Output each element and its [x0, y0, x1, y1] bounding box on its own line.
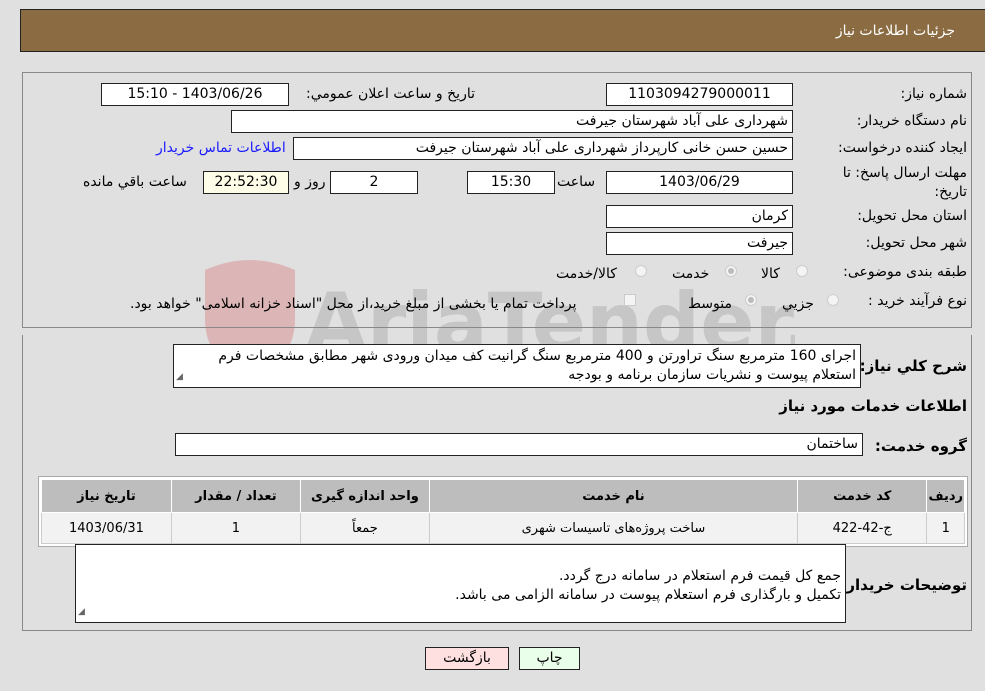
category-radio-goods[interactable] — [796, 265, 808, 277]
category-option-goods: کالا — [761, 266, 780, 282]
process-radio-minor[interactable] — [827, 294, 839, 306]
process-radio-medium[interactable] — [745, 294, 757, 306]
col-header-row: ردیف — [926, 479, 965, 513]
cell-quantity: 1 — [170, 512, 301, 544]
city-label: شهر محل تحویل: — [865, 235, 967, 251]
treasury-checkbox-label: پرداخت تمام یا بخشی از مبلغ خرید،از محل … — [130, 296, 577, 312]
remaining-time-label: ساعت باقي مانده — [83, 174, 187, 190]
col-header-name: نام خدمت — [428, 479, 798, 513]
services-section-title: اطلاعات خدمات مورد نیاز — [779, 397, 967, 415]
service-group-label: گروه خدمت: — [874, 437, 967, 455]
print-button[interactable]: چاپ — [519, 647, 580, 670]
buyer-notes-textarea[interactable]: جمع کل قیمت فرم استعلام در سامانه درج گر… — [75, 544, 846, 623]
resize-grip-icon[interactable]: ◢ — [176, 368, 183, 387]
table-header-row: ردیف کد خدمت نام خدمت واحد اندازه گیری ت… — [41, 479, 965, 513]
table-row: 1 ج-42-422 ساخت پروژه‌های تاسیسات شهری ج… — [41, 512, 965, 544]
category-radio-service[interactable] — [725, 265, 737, 277]
purchase-process-label: نوع فرآیند خرید : — [868, 293, 967, 309]
col-header-code: کد خدمت — [796, 479, 928, 513]
service-group-field: ساختمان — [175, 433, 863, 456]
province-field: کرمان — [606, 205, 793, 228]
cell-service-code: ج-42-422 — [796, 512, 928, 544]
city-field: جیرفت — [606, 232, 793, 255]
category-option-service: خدمت — [672, 266, 710, 282]
cell-unit: جمعاً — [299, 512, 430, 544]
deadline-time-field: 15:30 — [467, 171, 555, 194]
buyer-contact-link[interactable]: اطلاعات تماس خریدار — [156, 140, 286, 156]
col-header-quantity: تعداد / مقدار — [170, 479, 301, 513]
treasury-checkbox[interactable] — [624, 294, 636, 306]
services-table: ردیف کد خدمت نام خدمت واحد اندازه گیری ت… — [41, 479, 965, 544]
buyer-org-field: شهرداری علی آباد شهرستان جیرفت — [231, 110, 793, 133]
deadline-time-label: ساعت — [557, 174, 596, 190]
back-button[interactable]: بازگشت — [425, 647, 509, 670]
page-title: جزئیات اطلاعات نیاز — [835, 23, 955, 39]
process-option-medium: متوسط — [688, 296, 732, 312]
category-radio-goods-service[interactable] — [635, 265, 647, 277]
col-header-date: تاریخ نیاز — [41, 479, 172, 513]
col-header-unit: واحد اندازه گیری — [299, 479, 430, 513]
days-label: روز و — [294, 174, 326, 190]
buyer-notes-text: جمع کل قیمت فرم استعلام در سامانه درج گر… — [455, 568, 841, 603]
deadline-label: مهلت ارسال پاسخ: تا تاریخ: — [842, 165, 967, 200]
cell-row-number: 1 — [926, 512, 965, 544]
announce-datetime-field: 1403/06/26 - 15:10 — [101, 83, 289, 106]
process-option-minor: جزيي — [782, 296, 814, 312]
province-label: استان محل تحویل: — [857, 208, 967, 224]
requester-field: حسین حسن خانی کارپرداز شهرداری علی آباد … — [293, 137, 793, 160]
requester-label: ایجاد کننده درخواست: — [838, 140, 967, 156]
category-option-goods-service: کالا/خدمت — [556, 266, 617, 282]
cell-need-date: 1403/06/31 — [41, 512, 172, 544]
buyer-org-label: نام دستگاه خریدار: — [856, 113, 967, 129]
buyer-notes-label: توضیحات خریدار: — [840, 576, 967, 594]
remaining-days-field: 2 — [330, 171, 418, 194]
need-number-field: 1103094279000011 — [606, 83, 793, 106]
description-text: اجرای 160 مترمربع سنگ تراورتن و 400 مترم… — [218, 348, 856, 383]
category-label: طبقه بندی موضوعی: — [843, 264, 967, 280]
announce-datetime-label: تاریخ و ساعت اعلان عمومي: — [306, 86, 475, 102]
cell-service-name: ساخت پروژه‌های تاسیسات شهری — [428, 512, 798, 544]
resize-grip-icon[interactable]: ◢ — [78, 603, 85, 622]
description-label: شرح کلي نیاز: — [859, 357, 967, 375]
deadline-date-field: 1403/06/29 — [606, 171, 793, 194]
remaining-time-field: 22:52:30 — [203, 171, 289, 194]
page-header: جزئیات اطلاعات نیاز — [20, 9, 985, 52]
services-table-wrapper: ردیف کد خدمت نام خدمت واحد اندازه گیری ت… — [38, 476, 968, 547]
need-number-label: شماره نیاز: — [900, 86, 968, 102]
description-textarea[interactable]: اجرای 160 مترمربع سنگ تراورتن و 400 مترم… — [173, 344, 861, 388]
